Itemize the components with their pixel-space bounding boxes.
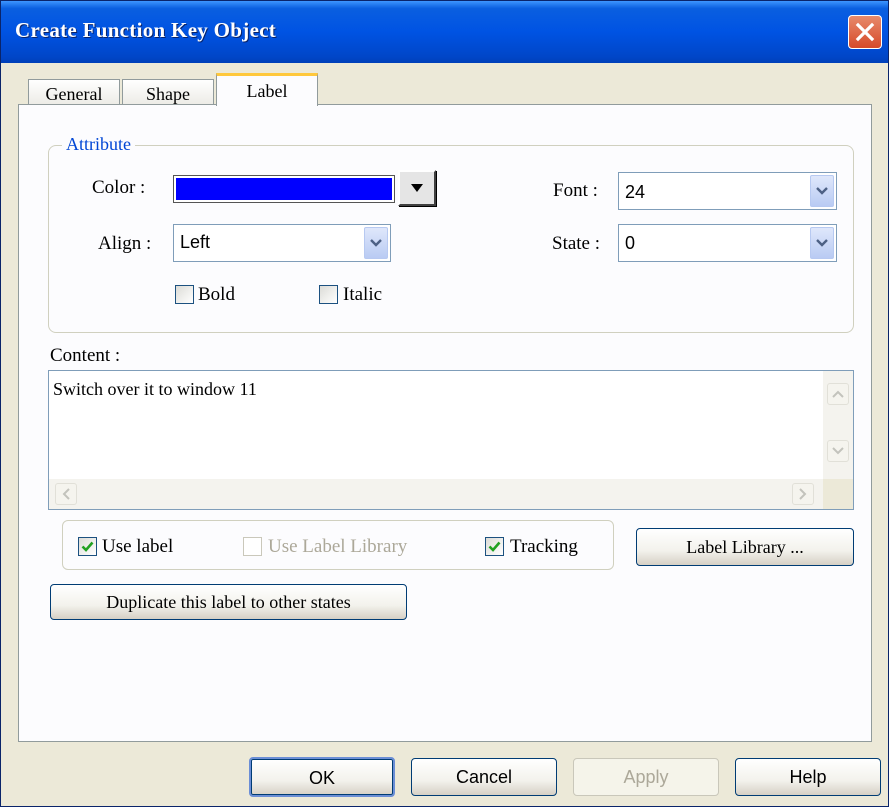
scroll-down-button[interactable] bbox=[827, 440, 849, 462]
use-label-text[interactable]: Use label bbox=[102, 536, 173, 558]
font-dropdown-arrow[interactable] bbox=[810, 175, 834, 207]
bold-checkbox[interactable] bbox=[175, 285, 194, 304]
font-select[interactable]: 24 bbox=[618, 172, 837, 210]
chevron-up-icon bbox=[832, 390, 844, 398]
checkmark-icon bbox=[488, 541, 501, 552]
content-text: Switch over it to window 11 bbox=[53, 379, 257, 399]
use-label-library-checkbox[interactable] bbox=[243, 537, 262, 556]
content-textarea[interactable]: Switch over it to window 11 bbox=[48, 370, 854, 510]
italic-checkbox[interactable] bbox=[319, 285, 338, 304]
state-dropdown-arrow[interactable] bbox=[810, 227, 834, 259]
tab-shape[interactable]: Shape bbox=[122, 79, 214, 105]
cancel-button[interactable]: Cancel bbox=[411, 758, 557, 796]
close-icon bbox=[855, 22, 875, 42]
align-value: Left bbox=[180, 232, 211, 252]
label-library-button-text: Label Library ... bbox=[686, 537, 804, 557]
duplicate-label-button[interactable]: Duplicate this label to other states bbox=[50, 584, 407, 620]
chevron-down-icon bbox=[816, 187, 828, 195]
chevron-down-icon bbox=[370, 239, 382, 247]
align-dropdown-arrow[interactable] bbox=[364, 227, 388, 259]
apply-button[interactable]: Apply bbox=[573, 758, 719, 796]
title-bar[interactable]: Create Function Key Object bbox=[1, 1, 888, 63]
help-button-text: Help bbox=[789, 767, 827, 787]
chevron-down-icon bbox=[816, 239, 828, 247]
align-label: Align : bbox=[98, 233, 152, 254]
color-label: Color : bbox=[92, 177, 146, 198]
triangle-down-icon bbox=[411, 184, 423, 192]
label-library-button[interactable]: Label Library ... bbox=[636, 528, 854, 566]
duplicate-label-button-text: Duplicate this label to other states bbox=[106, 592, 351, 612]
tracking-checkbox[interactable] bbox=[485, 537, 504, 556]
color-fill bbox=[176, 178, 392, 200]
state-label: State : bbox=[552, 233, 601, 254]
tab-label-label: Label bbox=[246, 81, 288, 101]
tab-general-label: General bbox=[45, 84, 103, 104]
apply-button-text: Apply bbox=[623, 767, 669, 787]
color-dropdown-button[interactable] bbox=[398, 170, 436, 206]
use-label-library-text[interactable]: Use Label Library bbox=[268, 536, 407, 558]
align-select[interactable]: Left bbox=[173, 224, 391, 262]
state-select[interactable]: 0 bbox=[618, 224, 837, 262]
vertical-scrollbar[interactable] bbox=[823, 371, 853, 479]
font-value: 24 bbox=[625, 182, 646, 202]
italic-label[interactable]: Italic bbox=[343, 284, 382, 306]
tracking-text[interactable]: Tracking bbox=[510, 536, 578, 558]
chevron-down-icon bbox=[832, 447, 844, 455]
help-button[interactable]: Help bbox=[735, 758, 881, 796]
color-swatch[interactable] bbox=[173, 175, 395, 203]
scroll-up-button[interactable] bbox=[827, 383, 849, 405]
attribute-group-title: Attribute bbox=[62, 134, 135, 155]
scroll-left-button[interactable] bbox=[55, 483, 77, 505]
ok-button[interactable]: OK bbox=[249, 757, 395, 797]
content-label: Content : bbox=[50, 345, 121, 366]
scroll-right-button[interactable] bbox=[792, 483, 814, 505]
scroll-corner bbox=[823, 479, 853, 509]
chevron-left-icon bbox=[62, 488, 70, 500]
checkmark-icon bbox=[81, 541, 94, 552]
tab-general[interactable]: General bbox=[28, 79, 120, 105]
cancel-button-text: Cancel bbox=[455, 767, 513, 787]
use-label-checkbox[interactable] bbox=[78, 537, 97, 556]
horizontal-scrollbar[interactable] bbox=[49, 479, 823, 509]
tab-shape-label: Shape bbox=[146, 84, 190, 104]
state-value: 0 bbox=[625, 233, 636, 253]
chevron-right-icon bbox=[799, 488, 807, 500]
dialog-title: Create Function Key Object bbox=[15, 18, 277, 42]
ok-button-text: OK bbox=[308, 768, 335, 788]
tab-label[interactable]: Label bbox=[216, 73, 318, 106]
bold-label[interactable]: Bold bbox=[198, 284, 235, 306]
close-button[interactable] bbox=[848, 15, 882, 49]
font-label: Font : bbox=[553, 180, 598, 201]
